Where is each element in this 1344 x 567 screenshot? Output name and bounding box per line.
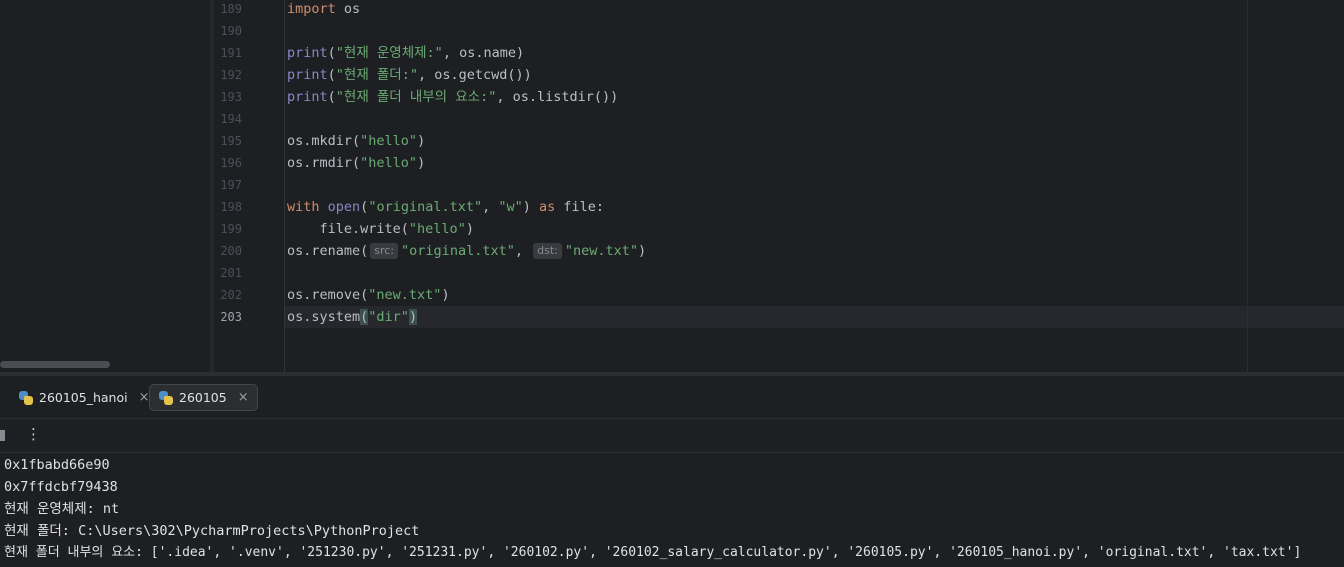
python-icon xyxy=(18,390,34,406)
string-literal: "현재 운영체제:" xyxy=(335,45,443,61)
code-text-area[interactable]: import os print("현재 운영체제:", os.name) pri… xyxy=(285,0,1344,372)
line-number-gutter[interactable]: 189 190 191 192 193 194 195 196 197 198 … xyxy=(214,0,285,372)
code-line-196[interactable]: os.rmdir("hello") xyxy=(287,152,425,174)
line-number: 191 xyxy=(220,46,242,60)
line-number: 197 xyxy=(220,178,242,192)
matched-brace: ) xyxy=(408,309,418,325)
line-number: 189 xyxy=(220,2,242,16)
code-text: os xyxy=(335,1,361,17)
code-text: os.remove( xyxy=(287,287,369,303)
line-number: 196 xyxy=(220,156,242,170)
keyword: import xyxy=(287,1,336,17)
tab-label: 260105 xyxy=(179,390,227,405)
line-number: 201 xyxy=(220,266,242,280)
code-text: , os.getcwd()) xyxy=(417,67,532,83)
run-tabs-bar: 260105_hanoi × 260105 × xyxy=(0,376,1344,419)
string-literal: "original.txt" xyxy=(368,199,483,215)
run-tab-260105-hanoi[interactable]: 260105_hanoi × xyxy=(10,384,158,411)
code-line-192[interactable]: print("현재 폴더:", os.getcwd()) xyxy=(287,64,532,86)
close-icon[interactable]: × xyxy=(139,390,150,405)
code-text: ) xyxy=(638,243,647,259)
string-literal: "hello" xyxy=(360,155,418,171)
console-line: 현재 운영체제: nt xyxy=(4,501,120,517)
line-number: 198 xyxy=(220,200,242,214)
code-text: os.rmdir( xyxy=(287,155,361,171)
more-options-icon[interactable]: ⋮ xyxy=(26,425,41,443)
string-literal: "현재 폴더 내부의 요소:" xyxy=(335,89,497,105)
current-line-number: 203 xyxy=(220,310,242,324)
string-literal: "hello" xyxy=(360,133,418,149)
code-text: ) xyxy=(441,287,450,303)
code-text: file: xyxy=(555,199,605,215)
line-number: 193 xyxy=(220,90,242,104)
code-line-195[interactable]: os.mkdir("hello") xyxy=(287,130,425,152)
console-line: 현재 폴더: C:\Users\302\PycharmProjects\Pyth… xyxy=(4,523,420,539)
code-text: ( xyxy=(327,45,336,61)
line-number: 194 xyxy=(220,112,242,126)
code-text: , os.name) xyxy=(442,45,525,61)
code-text: os.mkdir( xyxy=(287,133,361,149)
builtin-function: open xyxy=(327,199,361,215)
code-text: ) xyxy=(465,221,474,237)
console-line: 0x7ffdcbf79438 xyxy=(4,479,118,495)
project-panel xyxy=(0,0,211,372)
keyword: with xyxy=(287,199,320,215)
code-text: , xyxy=(514,243,532,259)
code-text: ( xyxy=(327,67,336,83)
parameter-hint-src: src: xyxy=(370,243,399,259)
string-literal: "dir" xyxy=(368,309,409,325)
parameter-hint-dst: dst: xyxy=(533,243,562,259)
builtin-function: print xyxy=(287,67,328,83)
code-line-193[interactable]: print("현재 폴더 내부의 요소:", os.listdir()) xyxy=(287,86,618,108)
run-toolbar: ⋮ xyxy=(0,419,1344,453)
code-text: ) xyxy=(522,199,540,215)
builtin-function: print xyxy=(287,45,328,61)
code-line-203[interactable]: os.system("dir") xyxy=(287,306,418,328)
string-literal: "hello" xyxy=(408,221,466,237)
string-literal: "original.txt" xyxy=(401,243,515,259)
code-text: os.system xyxy=(287,309,361,325)
code-line-198[interactable]: with open("original.txt", "w") as file: xyxy=(287,196,604,218)
code-line-202[interactable]: os.remove("new.txt") xyxy=(287,284,450,306)
line-number: 200 xyxy=(220,244,242,258)
builtin-function: print xyxy=(287,89,328,105)
code-editor[interactable]: 189 190 191 192 193 194 195 196 197 198 … xyxy=(0,0,1344,372)
string-literal: "new.txt" xyxy=(564,243,638,259)
line-number: 192 xyxy=(220,68,242,82)
horizontal-scrollbar[interactable] xyxy=(0,361,110,368)
tab-label: 260105_hanoi xyxy=(39,390,128,405)
code-line-191[interactable]: print("현재 운영체제:", os.name) xyxy=(287,42,524,64)
string-literal: "현재 폴더:" xyxy=(335,67,418,83)
code-text: os.rename( xyxy=(287,243,369,259)
line-number: 190 xyxy=(220,24,242,38)
line-number: 202 xyxy=(220,288,242,302)
console-line: 현재 폴더 내부의 요소: ['.idea', '.venv', '251230… xyxy=(4,545,1302,560)
code-text: ) xyxy=(417,133,426,149)
console-output[interactable]: 0x1fbabd66e90 0x7ffdcbf79438 현재 운영체제: nt… xyxy=(0,453,1344,567)
console-line: 0x1fbabd66e90 xyxy=(4,457,110,473)
code-text: file.write( xyxy=(287,221,409,237)
code-text: , os.listdir()) xyxy=(496,89,619,105)
string-literal: "w" xyxy=(498,199,523,215)
code-line-199[interactable]: file.write("hello") xyxy=(287,218,474,240)
code-line-200[interactable]: os.rename(src: "original.txt", dst: "new.t… xyxy=(287,240,646,262)
python-icon xyxy=(158,390,174,406)
code-text: ( xyxy=(327,89,336,105)
code-text: , xyxy=(482,199,499,215)
close-icon[interactable]: × xyxy=(238,390,249,405)
line-number: 199 xyxy=(220,222,242,236)
keyword: as xyxy=(539,199,556,215)
run-tab-260105[interactable]: 260105 × xyxy=(149,384,258,411)
stop-icon[interactable] xyxy=(0,430,5,441)
line-number: 195 xyxy=(220,134,242,148)
string-literal: "new.txt" xyxy=(368,287,442,303)
code-line-189[interactable]: import os xyxy=(287,0,360,20)
code-text: ) xyxy=(417,155,426,171)
